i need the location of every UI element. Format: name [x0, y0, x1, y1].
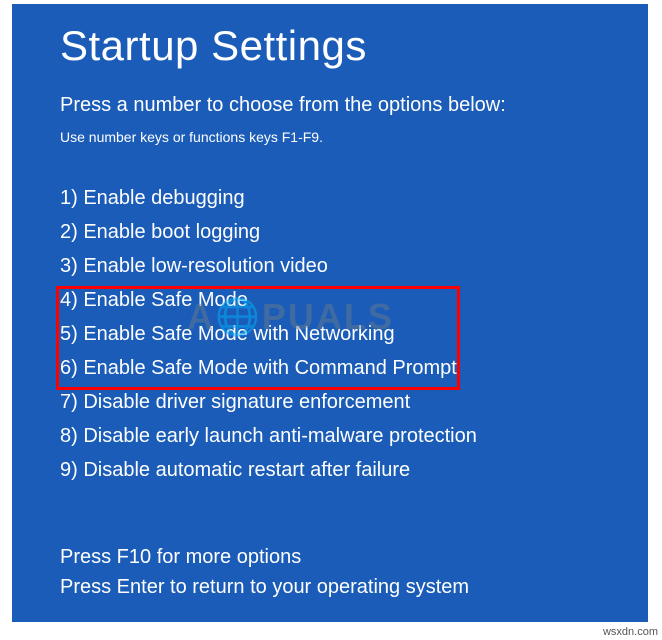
instruction-text: Press a number to choose from the option… [60, 94, 600, 117]
footer-return: Press Enter to return to your operating … [60, 572, 469, 602]
footer-instructions: Press F10 for more options Press Enter t… [60, 542, 469, 602]
option-enable-debugging[interactable]: 1) Enable debugging [60, 181, 600, 215]
options-list: 1) Enable debugging 2) Enable boot loggi… [60, 181, 600, 487]
option-enable-safe-mode-command-prompt[interactable]: 6) Enable Safe Mode with Command Prompt [60, 351, 600, 385]
option-enable-safe-mode[interactable]: 4) Enable Safe Mode [60, 283, 600, 317]
option-disable-auto-restart[interactable]: 9) Disable automatic restart after failu… [60, 453, 600, 487]
option-disable-driver-signature[interactable]: 7) Disable driver signature enforcement [60, 385, 600, 419]
page-title: Startup Settings [60, 22, 600, 70]
option-enable-boot-logging[interactable]: 2) Enable boot logging [60, 215, 600, 249]
key-hint-text: Use number keys or functions keys F1-F9. [60, 129, 600, 145]
startup-settings-screen: Startup Settings Press a number to choos… [12, 4, 648, 622]
option-disable-anti-malware[interactable]: 8) Disable early launch anti-malware pro… [60, 419, 600, 453]
attribution-text: wsxdn.com [603, 626, 658, 638]
option-enable-low-resolution-video[interactable]: 3) Enable low-resolution video [60, 249, 600, 283]
footer-more-options: Press F10 for more options [60, 542, 469, 572]
option-enable-safe-mode-networking[interactable]: 5) Enable Safe Mode with Networking [60, 317, 600, 351]
